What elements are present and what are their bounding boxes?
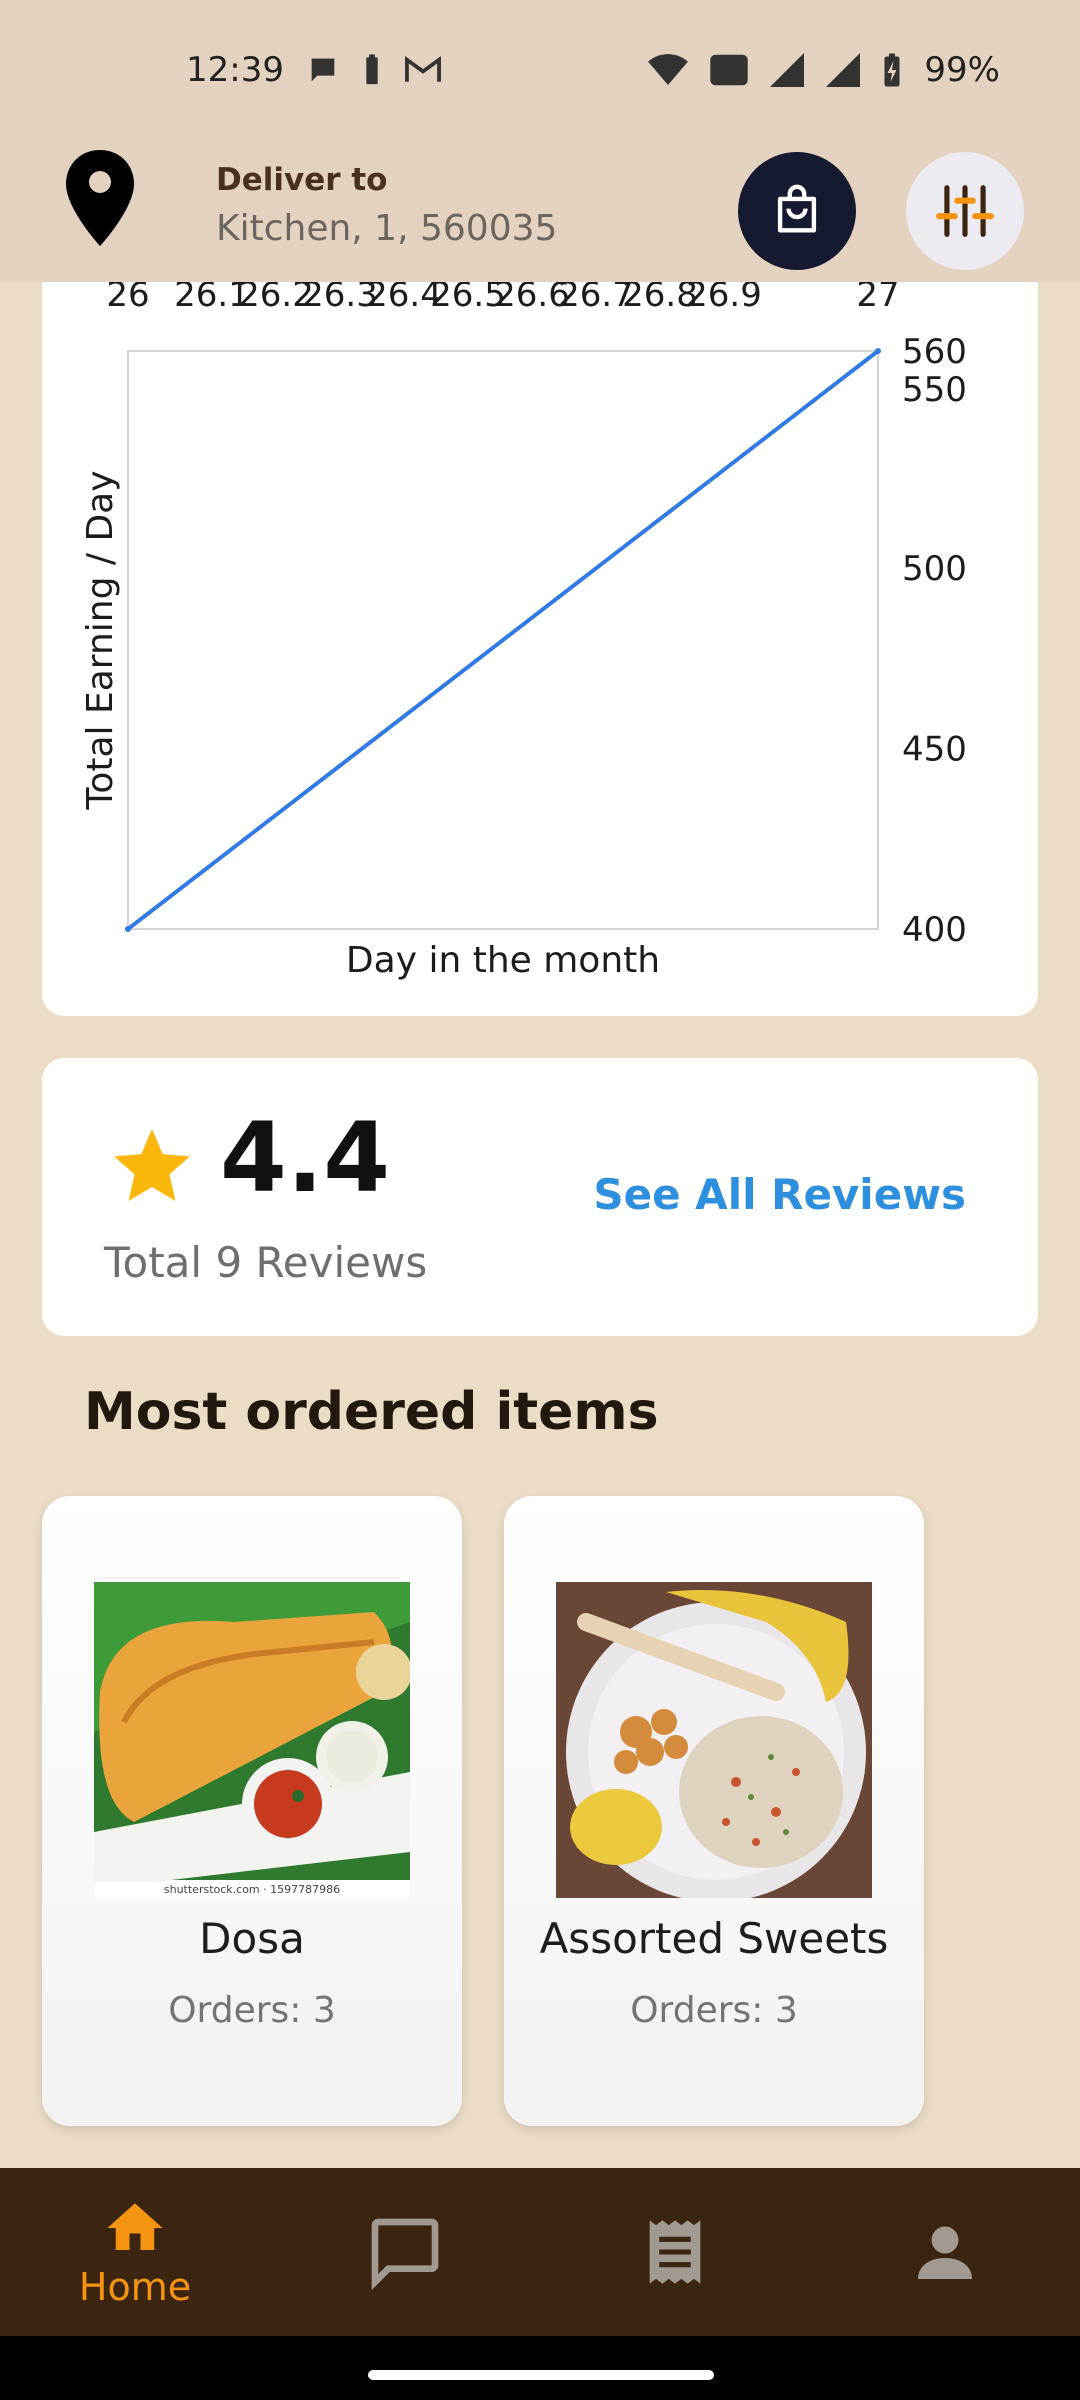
chat-icon [371, 2218, 439, 2291]
product-card-assorted-sweets[interactable]: Assorted Sweets Orders: 3 [504, 1496, 924, 2126]
status-bar: 12:39 99% [0, 0, 1080, 140]
item-name: Assorted Sweets [539, 1914, 889, 1963]
y-tick-label: 400 [902, 910, 967, 950]
gmail-icon [404, 55, 442, 85]
item-orders: Orders: 3 [630, 1990, 798, 2031]
y-axis-label: Total Earning / Day [80, 470, 121, 810]
image-watermark: shutterstock.com · 1597787986 [164, 1883, 340, 1896]
y-tick-label: 500 [902, 549, 967, 589]
nav-profile[interactable] [810, 2168, 1080, 2336]
location-pin-icon[interactable] [62, 148, 138, 248]
dosa-image: shutterstock.com · 1597787986 [94, 1582, 410, 1898]
deliver-to-label: Deliver to [216, 162, 388, 198]
home-icon [107, 2203, 163, 2250]
delivery-address-text: Kitchen, 1, 560035 [216, 208, 558, 249]
chat-notification-icon [306, 53, 340, 87]
nav-home-label: Home [78, 2265, 192, 2309]
bottom-navigation: Home [0, 2168, 1080, 2336]
delivery-address[interactable]: Deliver to Kitchen, 1, 560035 [216, 162, 557, 249]
status-time: 12:39 [186, 50, 284, 90]
series-line [126, 349, 880, 931]
sliders-icon [936, 185, 994, 237]
receipt-icon [649, 2220, 701, 2284]
total-reviews: Total 9 Reviews [104, 1238, 428, 1287]
nav-orders[interactable] [540, 2168, 810, 2336]
shopping-bag-icon [777, 184, 817, 233]
x-axis-label: Day in the month [346, 940, 660, 981]
profile-icon [918, 2226, 972, 2279]
battery-charging-icon [882, 52, 902, 88]
earnings-line-chart: 26 26.126.226.326.426.526.626.726.826.9 27… [80, 275, 967, 981]
wifi-icon [648, 53, 689, 87]
section-title-most-ordered: Most ordered items [84, 1382, 659, 1442]
battery-notification-icon [362, 53, 382, 87]
y-tick-label: 550 [902, 370, 967, 410]
assorted-sweets-image [556, 1582, 872, 1898]
signal-icon [770, 53, 805, 87]
home-gesture-pill[interactable] [368, 2370, 714, 2380]
nav-chat[interactable] [270, 2168, 540, 2336]
reviews-card: 4.4 Total 9 Reviews See All Reviews [42, 1058, 1038, 1336]
data-point [125, 926, 131, 932]
signal-icon-2 [826, 53, 861, 87]
see-all-reviews-link[interactable]: See All Reviews [593, 1170, 966, 1219]
volte-icon [710, 53, 749, 87]
data-point [875, 348, 881, 354]
app-header: Deliver to Kitchen, 1, 560035 [0, 140, 1080, 282]
y-tick-label: 560 [902, 332, 967, 372]
earnings-chart-card: 26 26.1 26.2 26.3 26.4 26.5 26.6 26.7 26.8 26.9 27… [42, 260, 1038, 1016]
battery-percent: 99% [924, 50, 1000, 90]
star-icon [114, 1129, 190, 1201]
cart-button[interactable] [738, 152, 856, 270]
y-tick-label: 450 [902, 729, 967, 769]
filter-button[interactable] [906, 152, 1024, 270]
system-gesture-bar [0, 2336, 1080, 2400]
average-rating: 4.4 [220, 1102, 391, 1214]
item-name: Dosa [199, 1914, 305, 1963]
item-orders: Orders: 3 [168, 1990, 336, 2031]
product-card-dosa[interactable]: shutterstock.com · 1597787986 Dosa Order… [42, 1496, 462, 2126]
nav-home[interactable]: Home [0, 2168, 270, 2336]
